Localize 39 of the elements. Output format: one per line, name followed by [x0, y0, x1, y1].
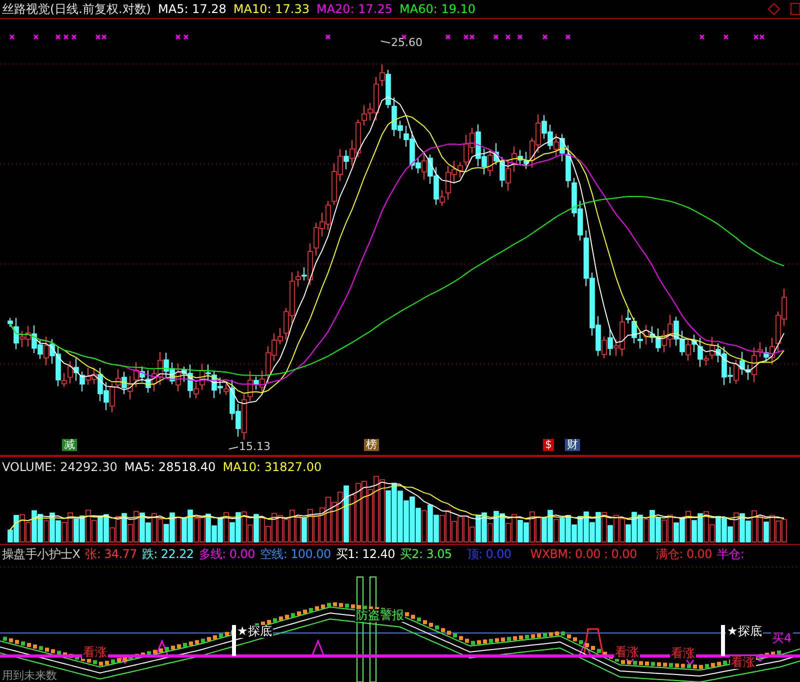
- signal-label: 看涨: [614, 646, 640, 659]
- moving-average-value: MA5: 17.28: [158, 2, 226, 16]
- event-marker[interactable]: 减: [62, 439, 77, 451]
- signal-label: 买4: [771, 632, 793, 645]
- footnote-text: 用到未来数: [2, 670, 57, 682]
- event-marker[interactable]: $: [543, 439, 554, 451]
- volume-value: VOLUME: 24292.30: [2, 460, 118, 474]
- indicator-reading: 买1: 12.40: [336, 547, 395, 561]
- signal-label: 看涨: [82, 646, 108, 659]
- signal-label: 看涨: [670, 647, 696, 660]
- moving-average-value: MA20: 17.25: [316, 2, 393, 16]
- signal-label: ★探底: [236, 625, 273, 638]
- indicator-reading: 跌: 22.22: [142, 547, 194, 561]
- leader-line: [228, 446, 238, 450]
- moving-average-value: MA5: 28518.40: [124, 460, 216, 474]
- signal-label: ★探底: [726, 625, 763, 638]
- indicator-reading: 空线: 100.00: [260, 547, 331, 561]
- indicator-title: 操盘手小护士X: [2, 547, 80, 561]
- indicator-reading: 多线: 0.00: [198, 547, 255, 561]
- chart-title: 丝路视觉(日线.前复权.对数): [2, 2, 151, 16]
- leader-line: [380, 40, 390, 44]
- moving-average-value: MA10: 17.33: [233, 2, 310, 16]
- indicator-reading: 满仓: 0.00: [656, 547, 712, 561]
- moving-average-value: MA10: 31827.00: [222, 460, 322, 474]
- event-marker[interactable]: 榜: [364, 439, 379, 451]
- high-price-label: 25.60: [391, 37, 422, 49]
- indicator-reading: 半仓:: [716, 547, 744, 561]
- signal-label: 防盗警报: [355, 609, 405, 622]
- indicator-reading: 张: 34.77: [85, 547, 137, 561]
- event-marker[interactable]: 财: [565, 439, 580, 451]
- indicator-reading: 顶: 0.00: [466, 547, 512, 561]
- moving-average-value: MA60: 19.10: [400, 2, 476, 16]
- signal-label: 看涨: [730, 656, 756, 669]
- bottom-signal-bar: [232, 625, 236, 656]
- diamond-icon[interactable]: [768, 3, 780, 15]
- low-price-label: 15.13: [239, 441, 270, 453]
- bottom-signal-bar: [721, 625, 725, 656]
- indicator-reading: WXBM: 0.00 : 0.00: [530, 547, 637, 561]
- indicator-reading: 买2: 3.05: [400, 547, 452, 561]
